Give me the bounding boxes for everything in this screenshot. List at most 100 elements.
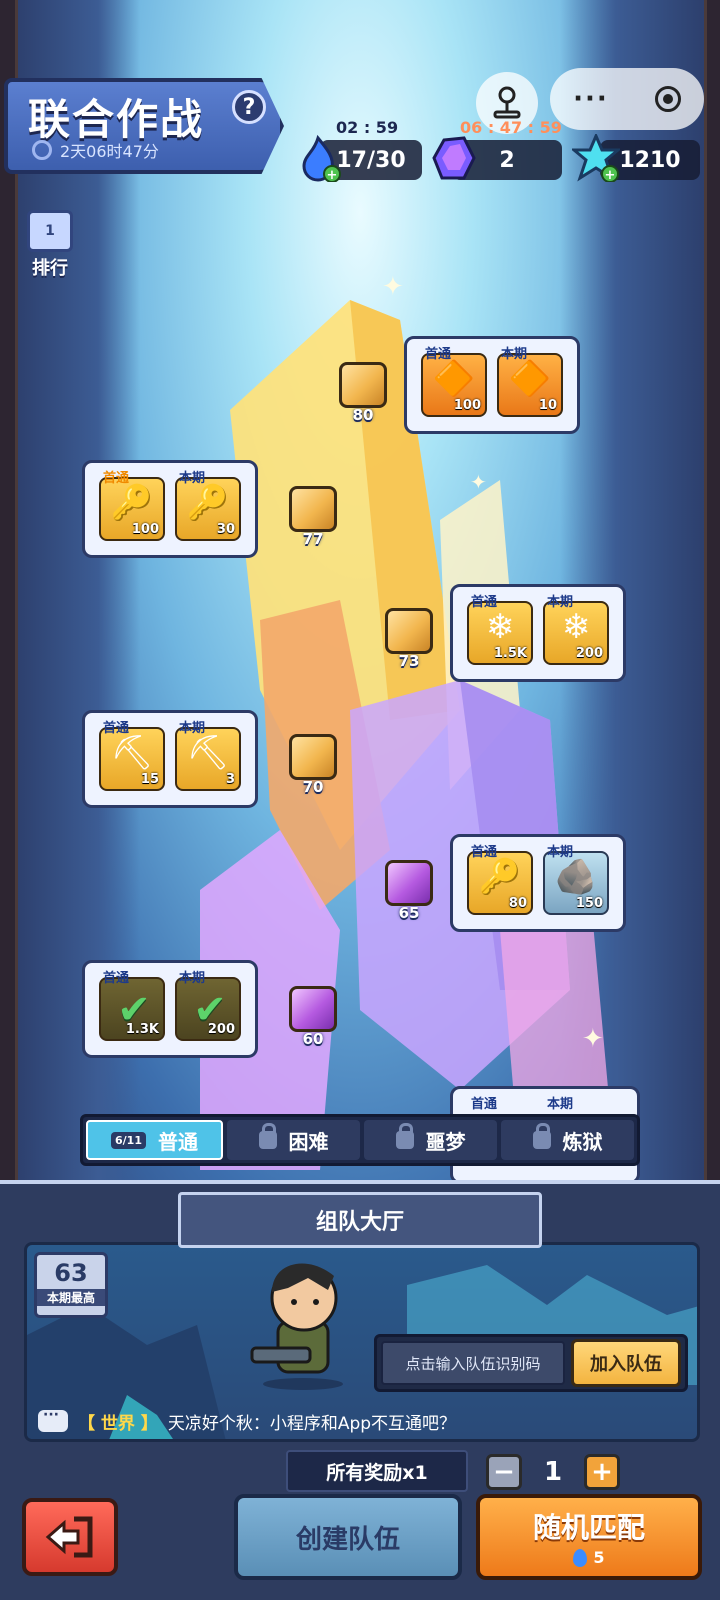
level-number: 77 — [302, 530, 324, 548]
reward-card: 🔶 100 🔶 10 首通 本期 — [404, 336, 580, 434]
level-number: 60 — [302, 1030, 324, 1048]
reward-item[interactable]: ⛏ 15 — [99, 727, 165, 791]
level-node[interactable]: 80 — [336, 362, 390, 432]
tab-nightmare[interactable]: 噩梦 — [364, 1120, 497, 1160]
team-code-input[interactable]: 点击输入队伍识别码 — [381, 1341, 565, 1385]
gold-key-icon: 🔑 — [186, 483, 230, 523]
season-tag: 本期 — [179, 971, 206, 986]
tab-normal[interactable]: 6/11 普通 — [86, 1120, 223, 1160]
season-best-box: 63 本期最高 — [34, 1252, 108, 1318]
lock-icon — [395, 1123, 414, 1149]
reward-multiplier: 所有奖励x1 — [286, 1450, 468, 1492]
level-number: 65 — [398, 904, 420, 922]
tab-label: 普通 — [157, 1129, 198, 1154]
leaderboard-label: 排行 — [32, 258, 68, 279]
close-program-button[interactable] — [654, 86, 681, 112]
increase-button[interactable]: + — [584, 1454, 620, 1490]
reward-item[interactable]: ⛏ 3 — [175, 727, 241, 791]
reward-amount: 200 — [575, 646, 603, 661]
reward-card: 🔑 100 🔑 30 首通 本期 — [82, 460, 258, 558]
reward-amount: 1.5K — [493, 646, 527, 661]
reward-amount: 3 — [225, 772, 235, 787]
tab-label: 炼狱 — [562, 1129, 603, 1154]
quantity-stepper: − 1 + — [486, 1452, 620, 1492]
pickaxe-icon: ⛏ — [110, 733, 154, 773]
random-match-button[interactable]: 随机匹配 5 — [476, 1494, 702, 1580]
first-clear-tag: 首通 — [471, 595, 498, 610]
gold-cube-icon — [289, 486, 337, 532]
reward-amount: 10 — [538, 398, 557, 413]
reward-card: ⛏ 15 ⛏ 3 首通 本期 — [82, 710, 258, 808]
first-clear-tag: 首通 — [103, 721, 130, 736]
gold-key-icon: 🔑 — [110, 483, 154, 523]
orange-crystal-icon: 🔶 — [508, 359, 552, 399]
reward-amount: 200 — [207, 1022, 235, 1037]
season-tag: 本期 — [179, 721, 206, 736]
reward-item-claimed[interactable]: ✔ 1.3K — [99, 977, 165, 1041]
world-chat[interactable]: 【 世界 】 天凉好个秋：小程序和App不互通吧？ — [38, 1404, 698, 1438]
frame-right — [704, 0, 720, 1180]
gold-cube-icon — [289, 734, 337, 780]
reward-item[interactable]: 🔑 30 — [175, 477, 241, 541]
reward-item[interactable]: 🔑 80 — [467, 851, 533, 915]
first-clear-tag: 首通 — [471, 845, 498, 860]
reward-item-claimed[interactable]: ✔ 200 — [175, 977, 241, 1041]
level-number: 80 — [352, 406, 374, 424]
quantity-value: 1 — [543, 1457, 563, 1487]
reward-amount: 100 — [453, 398, 481, 413]
help-button[interactable]: ? — [232, 90, 266, 124]
reward-amount: 80 — [508, 896, 527, 911]
team-code-box: 点击输入队伍识别码 加入队伍 — [374, 1334, 688, 1392]
reward-item[interactable]: ❄ 1.5K — [467, 601, 533, 665]
tab-purgatory[interactable]: 炼狱 — [501, 1120, 634, 1160]
blue-flame-icon — [573, 1548, 588, 1567]
cyan-gem-icon: ❄ — [485, 607, 515, 647]
svg-text:+: + — [327, 168, 338, 182]
level-node[interactable]: 70 — [286, 734, 340, 804]
join-team-button[interactable]: 加入队伍 — [571, 1339, 681, 1387]
gold-key-icon: 🔑 — [478, 857, 522, 897]
more-menu-button[interactable]: ··· — [573, 84, 609, 114]
season-best-value: 63 — [54, 1259, 88, 1287]
cyan-gem-icon[interactable]: + — [572, 134, 620, 182]
reward-item[interactable]: 🔑 100 — [99, 477, 165, 541]
first-clear-tag: 首通 — [425, 347, 452, 362]
first-clear-tag: 首通 — [471, 1097, 498, 1112]
reward-amount: 150 — [575, 896, 603, 911]
level-node[interactable]: 77 — [286, 486, 340, 556]
create-team-button[interactable]: 创建队伍 — [234, 1494, 462, 1580]
reward-item[interactable]: 🔶 10 — [497, 353, 563, 417]
reward-amount: 100 — [131, 522, 159, 537]
cyan-gem-icon: ❄ — [561, 607, 591, 647]
season-tag: 本期 — [547, 845, 574, 860]
season-best-label: 本期最高 — [37, 1289, 105, 1306]
reward-amount: 30 — [216, 522, 235, 537]
joystick-icon — [493, 86, 521, 119]
reward-item[interactable]: 🔶 100 — [421, 353, 487, 417]
level-node[interactable]: 60 — [286, 986, 340, 1056]
level-node[interactable]: 65 — [382, 860, 436, 930]
reward-item[interactable]: 🪨 150 — [543, 851, 609, 915]
leaderboard-button[interactable]: 1 排行 — [22, 210, 78, 280]
progress-badge: 6/11 — [111, 1131, 146, 1149]
tab-label: 噩梦 — [425, 1129, 466, 1154]
first-clear-tag: 首通 — [103, 971, 130, 986]
season-tag: 本期 — [501, 347, 528, 362]
match-cost-value: 5 — [593, 1548, 605, 1567]
back-button[interactable] — [22, 1498, 118, 1576]
back-arrow-icon — [45, 1516, 93, 1558]
clock-icon — [32, 140, 52, 160]
decrease-button[interactable]: − — [486, 1454, 522, 1490]
blue-flame-icon[interactable]: + — [294, 134, 342, 182]
lock-icon — [258, 1123, 277, 1149]
ore-rock-icon: 🪨 — [554, 857, 598, 897]
reward-amount: 1.3K — [125, 1022, 159, 1037]
reward-item[interactable]: ❄ 200 — [543, 601, 609, 665]
tab-label: 困难 — [288, 1129, 329, 1154]
gold-cube-icon — [339, 362, 387, 408]
level-node[interactable]: 73 — [382, 608, 436, 678]
svg-text:+: + — [605, 168, 616, 182]
season-tag: 本期 — [547, 1097, 574, 1112]
purple-crystal-icon — [432, 136, 476, 180]
tab-hard[interactable]: 困难 — [227, 1120, 360, 1160]
